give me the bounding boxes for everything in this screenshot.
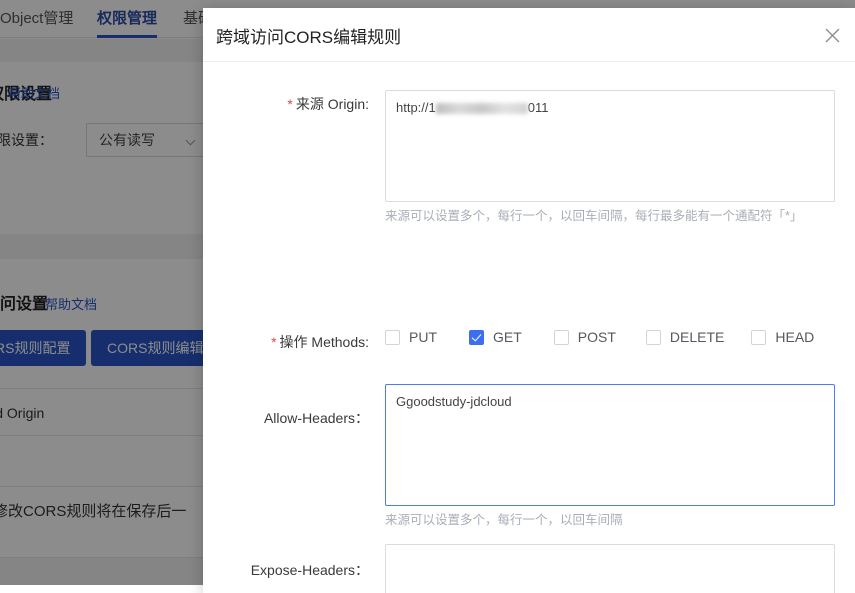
origin-value-prefix: http://1	[396, 100, 436, 115]
method-checkbox-post[interactable]: POST	[554, 329, 616, 345]
methods-label: *操作 Methods:	[219, 332, 369, 352]
dialog-header: 跨域访问CORS编辑规则	[203, 8, 855, 62]
allow-headers-control: Ggoodstudy-jdcloud 来源可以设置多个，每行一个，以回车间隔	[385, 384, 845, 530]
cors-edit-rule-dialog: 跨域访问CORS编辑规则 *来源 Origin: http://1011 来源可…	[203, 8, 855, 593]
expose-headers-label: Expose-Headers：	[219, 560, 369, 580]
checkbox-box-head[interactable]	[751, 330, 766, 345]
method-checkbox-delete[interactable]: DELETE	[646, 329, 724, 345]
method-checkbox-head[interactable]: HEAD	[751, 329, 814, 345]
origin-textarea[interactable]: http://1 011	[385, 90, 835, 202]
close-icon[interactable]	[819, 22, 845, 48]
method-checkbox-get[interactable]: GET	[469, 329, 522, 345]
method-checkbox-put[interactable]: PUT	[385, 329, 437, 345]
method-label-head: HEAD	[775, 329, 814, 345]
method-label-post: POST	[578, 329, 616, 345]
method-label-put: PUT	[409, 329, 437, 345]
checkbox-box-delete[interactable]	[646, 330, 661, 345]
required-marker: *	[271, 334, 276, 350]
origin-value-suffix: 011	[528, 100, 549, 115]
dialog-title: 跨域访问CORS编辑规则	[216, 23, 401, 48]
methods-label-text: 操作 Methods:	[280, 334, 369, 350]
checkbox-box-put[interactable]	[385, 330, 400, 345]
method-label-get: GET	[493, 329, 522, 345]
dialog-body: *来源 Origin: http://1011 来源可以设置多个，每行一个，以回…	[203, 62, 855, 593]
expose-headers-control	[385, 544, 835, 593]
origin-label-text: 来源 Origin:	[296, 96, 369, 112]
required-marker: *	[287, 96, 292, 112]
allow-headers-value: Ggoodstudy-jdcloud	[396, 394, 512, 409]
origin-value-redacted	[436, 103, 528, 114]
origin-label: *来源 Origin:	[219, 94, 369, 114]
checkbox-box-get[interactable]	[469, 330, 484, 345]
origin-hint: 来源可以设置多个，每行一个，以回车间隔，每行最多能有一个通配符「*」	[385, 207, 845, 226]
origin-control: http://1 011 来源可以设置多个，每行一个，以回车间隔，每行最多能有一个…	[385, 90, 845, 226]
methods-checkbox-group: PUT GET POST DELETE HEAD	[385, 329, 814, 345]
expose-headers-textarea[interactable]	[385, 544, 835, 593]
allow-headers-hint: 来源可以设置多个，每行一个，以回车间隔	[385, 511, 845, 530]
method-label-delete: DELETE	[670, 329, 724, 345]
allow-headers-label: Allow-Headers：	[219, 408, 369, 428]
allow-headers-textarea[interactable]: Ggoodstudy-jdcloud	[385, 384, 835, 506]
checkbox-box-post[interactable]	[554, 330, 569, 345]
